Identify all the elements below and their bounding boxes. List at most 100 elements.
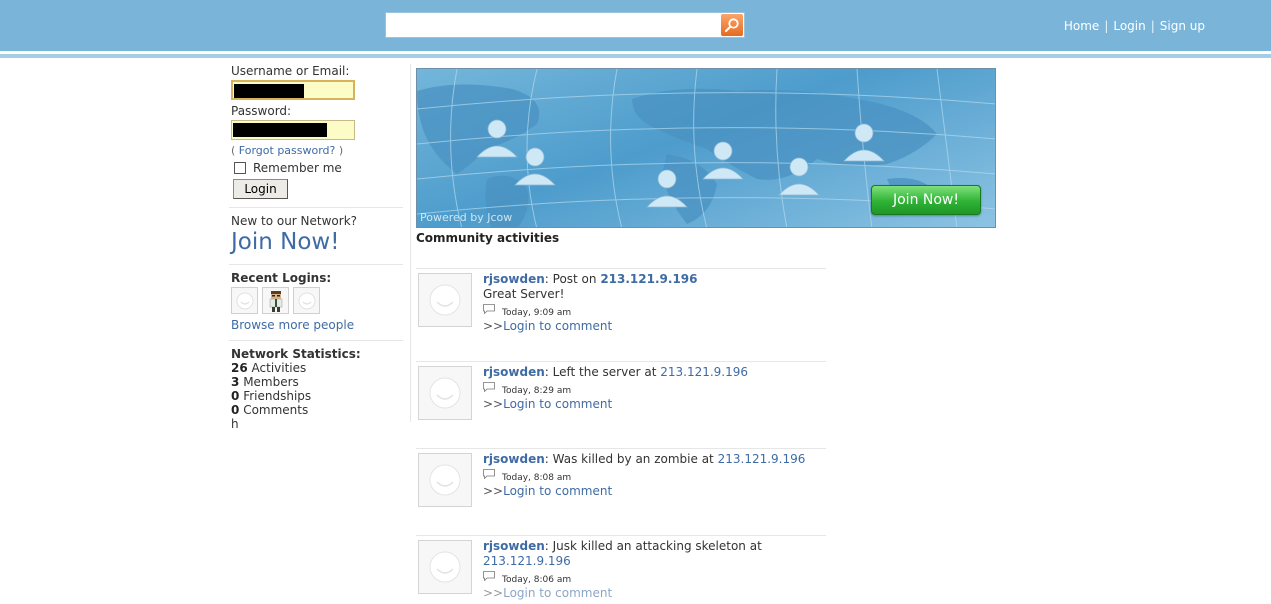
- password-field[interactable]: [231, 120, 355, 140]
- stat-count: 0: [231, 403, 240, 417]
- activity-server-link[interactable]: 213.121.9.196: [718, 452, 806, 466]
- login-to-comment: >>Login to comment: [483, 586, 823, 600]
- search-input[interactable]: [386, 13, 728, 37]
- activity-user-link[interactable]: rjsowden: [483, 452, 545, 466]
- password-label: Password:: [231, 104, 292, 118]
- redacted-username: [234, 84, 304, 98]
- comment-icon: [483, 571, 495, 581]
- character-avatar-icon: [269, 290, 282, 312]
- activity-time-row: Today, 8:29 am: [483, 382, 823, 396]
- username-label: Username or Email:: [231, 64, 350, 78]
- username-field[interactable]: [231, 80, 355, 100]
- column-divider: [410, 64, 411, 422]
- activity-item: rjsowden: Post on 213.121.9.196 Great Se…: [416, 268, 826, 361]
- activity-user-link[interactable]: rjsowden: [483, 365, 545, 379]
- stat-count: 3: [231, 375, 240, 389]
- login-to-comment-link[interactable]: Login to comment: [503, 319, 612, 333]
- activity-item: rjsowden: Was killed by an zombie at 213…: [416, 448, 826, 535]
- search-button[interactable]: [721, 14, 743, 36]
- nav-home-link[interactable]: Home: [1064, 19, 1099, 33]
- avatar[interactable]: [293, 287, 320, 314]
- avatar[interactable]: [418, 540, 472, 594]
- activity-body: rjsowden: Jusk killed an attacking skele…: [483, 539, 823, 600]
- login-to-comment-link[interactable]: Login to comment: [503, 586, 612, 600]
- forgot-password-link[interactable]: Forgot password?: [239, 144, 336, 157]
- remember-me-checkbox[interactable]: [234, 162, 246, 174]
- stat-label: Comments: [243, 403, 309, 417]
- recent-logins-list: [231, 287, 403, 314]
- activity-headline: rjsowden: Jusk killed an attacking skele…: [483, 539, 823, 569]
- avatar[interactable]: [262, 287, 289, 314]
- remember-me-label: Remember me: [253, 161, 342, 175]
- stat-count: 0: [231, 389, 240, 403]
- login-to-comment: >>Login to comment: [483, 397, 823, 411]
- activity-timestamp: Today, 8:08 am: [502, 473, 572, 483]
- default-avatar-icon: [298, 292, 315, 309]
- nav-signup-link[interactable]: Sign up: [1160, 19, 1205, 33]
- avatar[interactable]: [231, 287, 258, 314]
- activity-server-link[interactable]: 213.121.9.196: [600, 272, 697, 286]
- login-to-comment: >>Login to comment: [483, 319, 823, 333]
- recent-logins-title: Recent Logins:: [231, 271, 332, 285]
- stat-friendships: 0 Friendships: [231, 389, 403, 403]
- activity-headline: rjsowden: Left the server at 213.121.9.1…: [483, 365, 823, 380]
- activity-body: rjsowden: Post on 213.121.9.196 Great Se…: [483, 272, 823, 333]
- avatar[interactable]: [418, 273, 472, 327]
- stat-members: 3 Members: [231, 375, 403, 389]
- avatar[interactable]: [418, 366, 472, 420]
- activity-user-link[interactable]: rjsowden: [483, 272, 545, 286]
- activity-server-link[interactable]: 213.121.9.196: [660, 365, 748, 379]
- login-to-comment-link[interactable]: Login to comment: [503, 397, 612, 411]
- login-button[interactable]: Login: [233, 179, 288, 199]
- activity-body: rjsowden: Left the server at 213.121.9.1…: [483, 365, 823, 411]
- stat-activities: 26 Activities: [231, 361, 403, 375]
- sidebar: Username or Email: Password: ( Forgot pa…: [229, 64, 403, 431]
- banner-join-now-button[interactable]: Join Now!: [871, 185, 981, 215]
- comment-icon: [483, 304, 495, 314]
- forgot-paren-open: (: [231, 144, 236, 157]
- activity-action: : Left the server at: [544, 365, 661, 379]
- activity-timestamp: Today, 8:29 am: [502, 386, 572, 396]
- default-avatar-icon: [429, 377, 461, 409]
- comment-icon: [483, 382, 495, 392]
- remember-me-row: Remember me: [231, 161, 403, 175]
- comment-icon: [483, 469, 495, 479]
- community-activities-title: Community activities: [416, 231, 560, 245]
- login-to-comment-link[interactable]: Login to comment: [503, 484, 612, 498]
- activity-server-link[interactable]: 213.121.9.196: [483, 554, 571, 568]
- stat-comments: 0 Comments: [231, 403, 403, 417]
- nav-separator: |: [1104, 19, 1109, 33]
- sidebar-divider: [229, 340, 403, 341]
- search-icon: [724, 18, 739, 33]
- nav-login-link[interactable]: Login: [1113, 19, 1145, 33]
- default-avatar-icon: [429, 551, 461, 583]
- sidebar-divider: [229, 264, 403, 265]
- comment-prefix: >>: [483, 397, 504, 411]
- forgot-password: ( Forgot password? ): [231, 144, 403, 157]
- stray-text: h: [231, 417, 239, 431]
- activity-message: Great Server!: [483, 287, 565, 301]
- activity-item: rjsowden: Jusk killed an attacking skele…: [416, 535, 826, 604]
- activity-headline: rjsowden: Was killed by an zombie at 213…: [483, 452, 823, 467]
- nav-separator: |: [1150, 19, 1155, 33]
- browse-more-people-link[interactable]: Browse more people: [231, 318, 403, 332]
- activity-timestamp: Today, 8:06 am: [502, 575, 572, 585]
- top-nav: Home | Login | Sign up: [1064, 19, 1205, 33]
- powered-by-text: Powered by Jcow: [420, 211, 513, 224]
- header-stripe-bottom: [0, 54, 1271, 58]
- activity-action: : Jusk killed an attacking skeleton at: [544, 539, 762, 553]
- activity-body: rjsowden: Was killed by an zombie at 213…: [483, 452, 823, 498]
- activity-action: : Was killed by an zombie at: [544, 452, 718, 466]
- default-avatar-icon: [429, 464, 461, 496]
- redacted-password: [233, 123, 327, 137]
- new-to-network-text: New to our Network?: [231, 214, 358, 228]
- default-avatar-icon: [429, 284, 461, 316]
- stat-label: Activities: [251, 361, 307, 375]
- network-statistics-title: Network Statistics:: [231, 347, 361, 361]
- activity-user-link[interactable]: rjsowden: [483, 539, 545, 553]
- activity-time-row: Today, 8:08 am: [483, 469, 823, 483]
- avatar[interactable]: [418, 453, 472, 507]
- activity-time-row: Today, 9:09 am: [483, 304, 823, 318]
- join-now-link[interactable]: Join Now!: [231, 229, 403, 256]
- comment-prefix: >>: [483, 484, 504, 498]
